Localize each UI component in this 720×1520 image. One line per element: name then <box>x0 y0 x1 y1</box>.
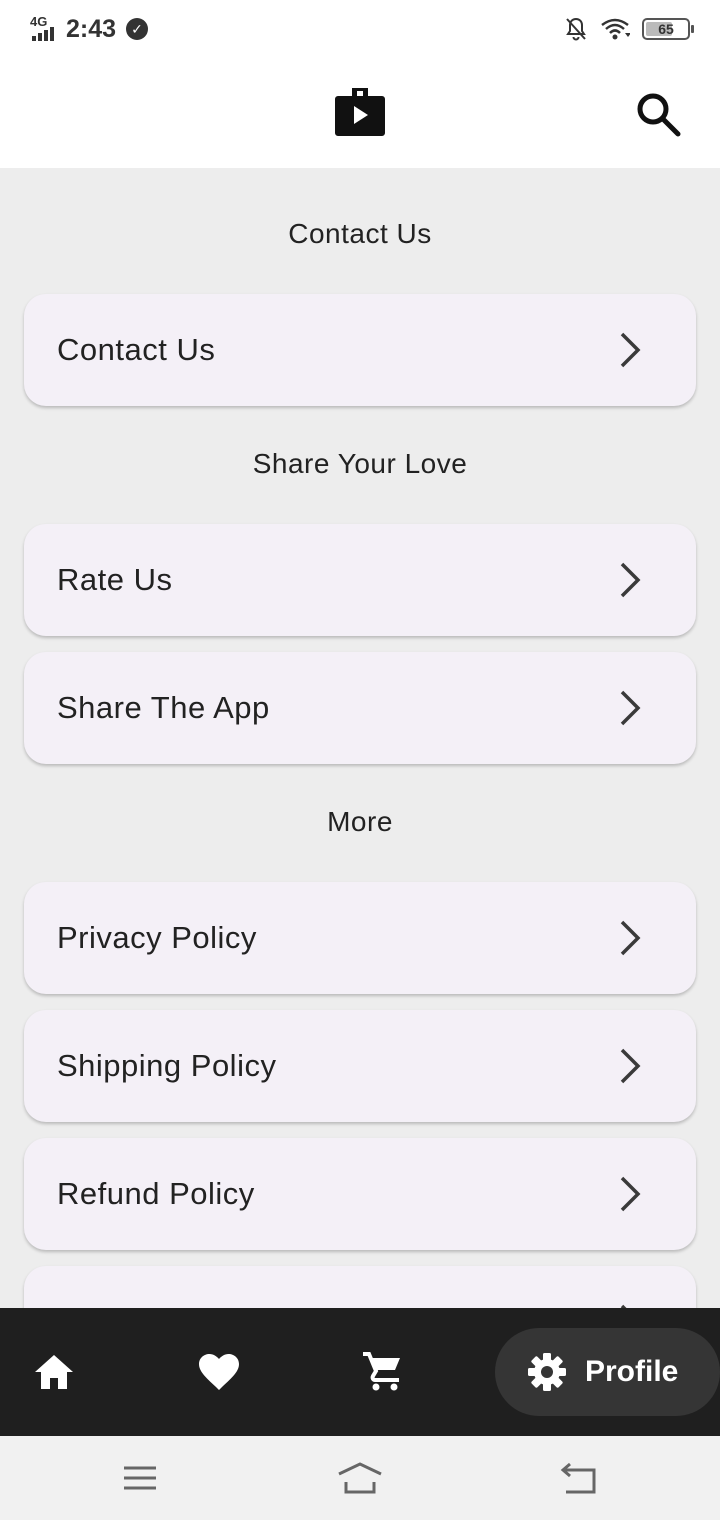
list-item-label: Shipping Policy <box>57 1048 277 1083</box>
nav-cart-button[interactable] <box>358 1348 406 1396</box>
section-title-contact: Contact Us <box>288 218 432 249</box>
status-bar: 4G 2:43 ✓ 65 <box>0 0 720 58</box>
status-left: 4G 2:43 ✓ <box>30 14 149 44</box>
list-item-share-app[interactable]: Share The App <box>24 652 696 764</box>
chevron-right-icon <box>620 1048 641 1084</box>
list-item-label: Contact Us <box>57 332 216 367</box>
screen: 4G 2:43 ✓ 65 Contact Us Contact Us Share… <box>0 0 720 1520</box>
list-item-privacy-policy[interactable]: Privacy Policy <box>24 882 696 994</box>
clock: 2:43 <box>66 14 117 43</box>
settings-list: Contact Us Contact Us Share Your Love Ra… <box>0 168 720 1308</box>
home-nav-icon[interactable] <box>336 1458 384 1498</box>
list-item-partial[interactable] <box>24 1266 696 1308</box>
section-title-more: More <box>327 806 393 837</box>
battery-icon: 65 <box>642 18 694 40</box>
list-item-label: Share The App <box>57 690 270 725</box>
bottom-nav: Profile <box>0 1308 720 1436</box>
chevron-right-icon <box>620 562 641 598</box>
heart-icon <box>199 1354 239 1390</box>
check-circle-icon: ✓ <box>126 18 149 40</box>
gear-icon <box>528 1353 566 1391</box>
home-icon <box>35 1355 73 1389</box>
chevron-right-icon <box>620 332 641 368</box>
menu-icon[interactable] <box>118 1458 162 1498</box>
list-item-contact-us[interactable]: Contact Us <box>24 294 696 406</box>
signal-icon <box>32 27 54 41</box>
back-icon[interactable] <box>556 1458 600 1498</box>
nav-profile-button[interactable]: Profile <box>495 1328 720 1416</box>
network-indicator: 4G <box>30 14 60 44</box>
system-nav-bar <box>0 1436 720 1520</box>
list-item-shipping-policy[interactable]: Shipping Policy <box>24 1010 696 1122</box>
status-right: 65 <box>564 16 694 42</box>
list-item-label: Refund Policy <box>57 1176 255 1211</box>
shopping-bag-play-icon <box>335 88 385 136</box>
bell-off-icon <box>566 17 586 41</box>
battery-percent: 65 <box>658 21 674 37</box>
search-button[interactable] <box>630 86 686 142</box>
nav-favorites-button[interactable] <box>195 1348 243 1396</box>
app-bar <box>0 58 720 168</box>
nav-home-button[interactable] <box>30 1348 78 1396</box>
list-item-label: Privacy Policy <box>57 920 257 955</box>
chevron-right-icon <box>620 1176 641 1212</box>
cart-icon <box>363 1352 400 1391</box>
search-icon <box>637 93 681 137</box>
nav-profile-label: Profile <box>585 1355 679 1388</box>
section-title-share-love: Share Your Love <box>252 448 468 479</box>
chevron-right-icon <box>620 690 641 726</box>
chevron-right-icon <box>620 920 641 956</box>
list-item-label: Rate Us <box>57 562 173 597</box>
list-item-rate-us[interactable]: Rate Us <box>24 524 696 636</box>
list-item-refund-policy[interactable]: Refund Policy <box>24 1138 696 1250</box>
wifi-icon <box>601 18 630 40</box>
